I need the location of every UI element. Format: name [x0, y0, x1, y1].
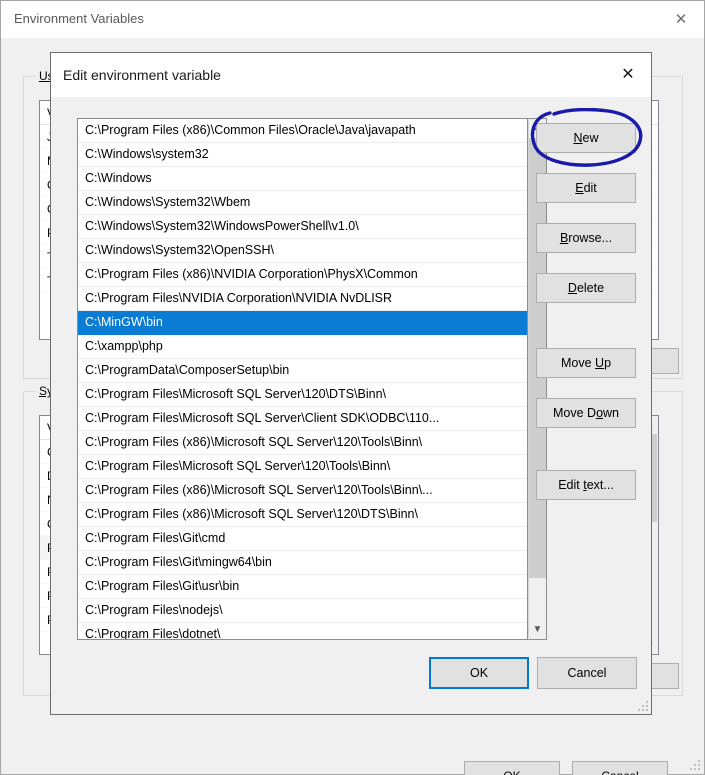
- screenshot-root: Environment Variables ✕ User variables V…: [0, 0, 705, 775]
- move-up-button[interactable]: Move Up: [536, 348, 636, 378]
- list-item[interactable]: C:\Program Files\Microsoft SQL Server\12…: [78, 455, 527, 479]
- resize-grip[interactable]: [688, 758, 700, 770]
- list-item[interactable]: C:\Windows\system32: [78, 143, 527, 167]
- edit-environment-variable-dialog: Edit environment variable ✕ C:\Program F…: [50, 52, 652, 715]
- list-item[interactable]: C:\xampp\php: [78, 335, 527, 359]
- move-down-button[interactable]: Move Down: [536, 398, 636, 428]
- list-item[interactable]: C:\Program Files\Git\cmd: [78, 527, 527, 551]
- list-item[interactable]: C:\Windows: [78, 167, 527, 191]
- list-item[interactable]: C:\Program Files (x86)\Microsoft SQL Ser…: [78, 503, 527, 527]
- list-item[interactable]: C:\Windows\System32\OpenSSH\: [78, 239, 527, 263]
- background-cancel-button[interactable]: Cancel: [572, 761, 668, 775]
- dialog-title: Edit environment variable: [63, 67, 221, 83]
- close-icon[interactable]: ✕: [658, 1, 704, 38]
- list-item[interactable]: C:\Program Files\Git\usr\bin: [78, 575, 527, 599]
- list-item[interactable]: C:\Program Files\Git\mingw64\bin: [78, 551, 527, 575]
- edit-button-label: Edit: [575, 181, 597, 195]
- list-item-selected[interactable]: C:\MinGW\bin: [78, 311, 527, 335]
- edit-text-button[interactable]: Edit text...: [536, 470, 636, 500]
- new-button-label: New: [573, 131, 599, 145]
- list-item[interactable]: C:\Windows\System32\Wbem: [78, 191, 527, 215]
- close-icon[interactable]: ✕: [605, 53, 651, 97]
- delete-button[interactable]: Delete: [536, 273, 636, 303]
- background-title-bar: Environment Variables ✕: [1, 1, 704, 38]
- list-item[interactable]: C:\ProgramData\ComposerSetup\bin: [78, 359, 527, 383]
- dialog-ok-button[interactable]: OK: [429, 657, 529, 689]
- list-item[interactable]: C:\Program Files\nodejs\: [78, 599, 527, 623]
- list-item[interactable]: C:\Program Files\dotnet\: [78, 623, 527, 639]
- list-item[interactable]: C:\Program Files\Microsoft SQL Server\Cl…: [78, 407, 527, 431]
- dialog-cancel-button[interactable]: Cancel: [537, 657, 637, 689]
- background-ok-button[interactable]: OK: [464, 761, 560, 775]
- list-item[interactable]: C:\Program Files (x86)\Microsoft SQL Ser…: [78, 479, 527, 503]
- background-window-title: Environment Variables: [14, 11, 144, 26]
- list-item[interactable]: C:\Windows\System32\WindowsPowerShell\v1…: [78, 215, 527, 239]
- new-button[interactable]: New: [536, 123, 636, 153]
- list-item[interactable]: C:\Program Files (x86)\NVIDIA Corporatio…: [78, 263, 527, 287]
- browse-button-label: Browse...: [559, 231, 613, 245]
- dialog-title-bar: Edit environment variable ✕: [51, 53, 651, 97]
- list-item[interactable]: C:\Program Files\NVIDIA Corporation\NVID…: [78, 287, 527, 311]
- move-up-button-label: Move Up: [560, 356, 612, 370]
- move-down-button-label: Move Down: [552, 406, 619, 420]
- path-entries-listbox[interactable]: C:\Program Files (x86)\Common Files\Orac…: [77, 118, 528, 640]
- scroll-down-icon[interactable]: ▼: [529, 621, 546, 639]
- browse-button[interactable]: Browse...: [536, 223, 636, 253]
- delete-button-label: Delete: [567, 281, 605, 295]
- edit-text-button-label: Edit text...: [558, 478, 614, 492]
- edit-button[interactable]: Edit: [536, 173, 636, 203]
- list-item[interactable]: C:\Program Files (x86)\Common Files\Orac…: [78, 119, 527, 143]
- list-item[interactable]: C:\Program Files (x86)\Microsoft SQL Ser…: [78, 431, 527, 455]
- list-item[interactable]: C:\Program Files\Microsoft SQL Server\12…: [78, 383, 527, 407]
- resize-grip[interactable]: [636, 699, 648, 711]
